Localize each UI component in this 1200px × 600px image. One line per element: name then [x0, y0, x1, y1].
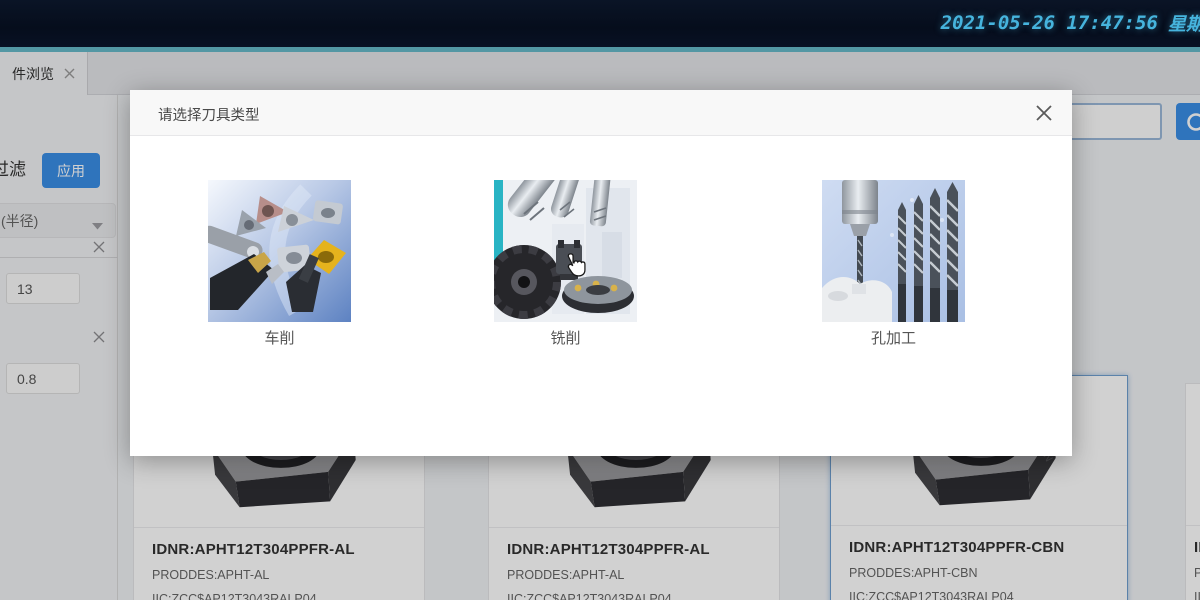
- tool-option-label: 孔加工: [822, 327, 965, 348]
- close-icon[interactable]: [1034, 103, 1054, 123]
- tool-option-label: 车削: [208, 327, 351, 348]
- turning-tools-image: [208, 180, 351, 322]
- clock: 2021-05-26 17:47:56 星期: [941, 10, 1200, 36]
- drilling-tools-image: [822, 180, 965, 322]
- tool-option-milling[interactable]: 铣削: [494, 180, 637, 348]
- dialog-title: 请选择刀具类型: [158, 104, 260, 125]
- app-header: 2021-05-26 17:47:56 星期: [0, 0, 1200, 47]
- tool-type-dialog: 请选择刀具类型 车削: [130, 90, 1072, 456]
- dialog-header: 请选择刀具类型: [130, 90, 1072, 136]
- tool-option-label: 铣削: [494, 327, 637, 348]
- clock-weekday: 星期: [1168, 10, 1200, 36]
- tool-option-drilling[interactable]: 孔加工: [822, 180, 965, 348]
- header-accent-line: [0, 47, 1200, 52]
- milling-tools-image: [494, 180, 637, 322]
- tool-option-turning[interactable]: 车削: [208, 180, 351, 348]
- clock-datetime: 2021-05-26 17:47:56: [941, 12, 1158, 34]
